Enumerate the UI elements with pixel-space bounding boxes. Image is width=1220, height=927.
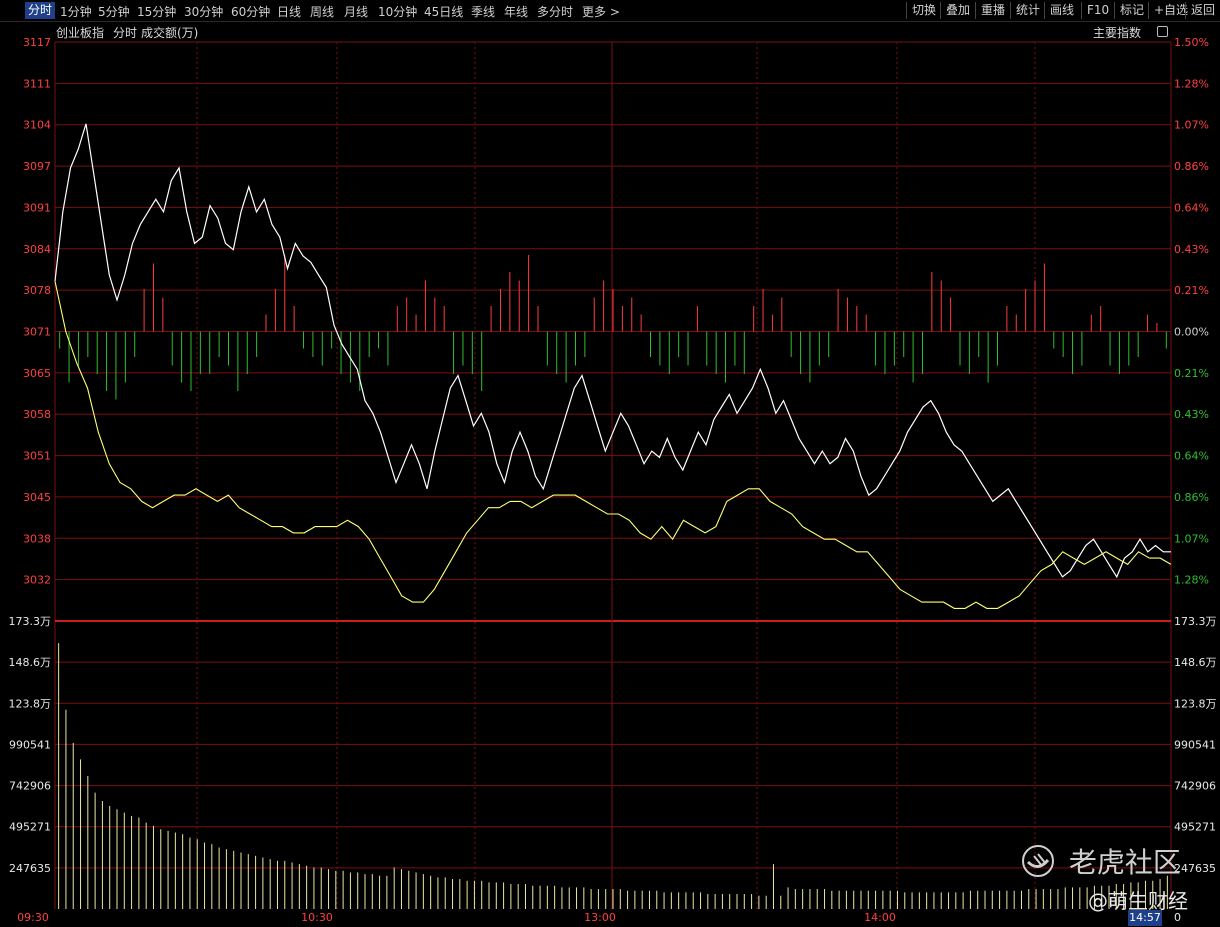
intraday-chart: 3117 1.50% 3111 1.28% 3104 1.07% 3097 0.86% 3091… [9,36,1217,926]
volume-tick-label: 742906 [1174,780,1216,793]
volume-tick-label: 123.8万 [9,697,52,710]
volume-tick-label: 990541 [1174,738,1216,751]
percent-tick-label: 1.28% [1174,574,1209,587]
price-tick-label: 3104 [23,119,51,132]
percent-tick-label: 0.21% [1174,284,1209,297]
percent-tick-label: 1.07% [1174,532,1209,545]
price-tick-label: 3071 [23,326,51,339]
time-tick-label: 10:30 [301,911,333,924]
volume-tick-label: 990541 [9,738,51,751]
volume-tick-label: 148.6万 [9,656,52,669]
volume-tick-label: 247635 [9,862,51,875]
volume-tick-label: 148.6万 [1174,656,1217,669]
percent-tick-label: 0.64% [1174,201,1209,214]
time-tick-label: 09:30 [17,911,49,924]
price-tick-label: 3084 [23,243,51,256]
percent-tick-label: 0.21% [1174,367,1209,380]
percent-tick-label: 1.07% [1174,119,1209,132]
volume-tick-label: 123.8万 [1174,697,1217,710]
price-tick-label: 3045 [23,491,51,504]
price-tick-label: 3065 [23,367,51,380]
percent-tick-label: 1.50% [1174,36,1209,49]
price-line [54,123,1171,579]
price-tick-label: 3051 [23,450,51,463]
watermark-brand-text: 老虎社区 [1068,846,1181,879]
price-tick-label: 3117 [23,36,51,49]
watermark-brand: 老虎社区 [1020,838,1181,881]
price-tick-label: 3078 [23,284,51,297]
price-tick-label: 3032 [23,574,51,587]
percent-tick-label: 0.86% [1174,491,1209,504]
volume-tick-label: 173.3万 [9,615,52,628]
time-tick-label: 14:00 [864,911,896,924]
volume-tick-label: 495271 [1174,821,1216,834]
percent-tick-label: 0.00% [1174,326,1209,339]
watermark-author: @萌生财经 [1088,889,1188,913]
volume-tick-label: 495271 [9,821,51,834]
percent-tick-label: 0.43% [1174,408,1209,421]
price-tick-label: 3038 [23,532,51,545]
price-tick-label: 3097 [23,160,51,173]
price-tick-label: 3091 [23,201,51,214]
volume-tick-label: 742906 [9,780,51,793]
tiger-logo-icon [1022,845,1054,877]
percent-tick-label: 0.64% [1174,450,1209,463]
price-tick-label: 3058 [23,408,51,421]
time-tick-label: 13:00 [584,911,616,924]
percent-tick-label: 0.86% [1174,160,1209,173]
percent-tick-label: 1.28% [1174,77,1209,90]
price-tick-label: 3111 [23,77,51,90]
volume-tick-label: 173.3万 [1174,615,1217,628]
percent-tick-label: 0.43% [1174,243,1209,256]
